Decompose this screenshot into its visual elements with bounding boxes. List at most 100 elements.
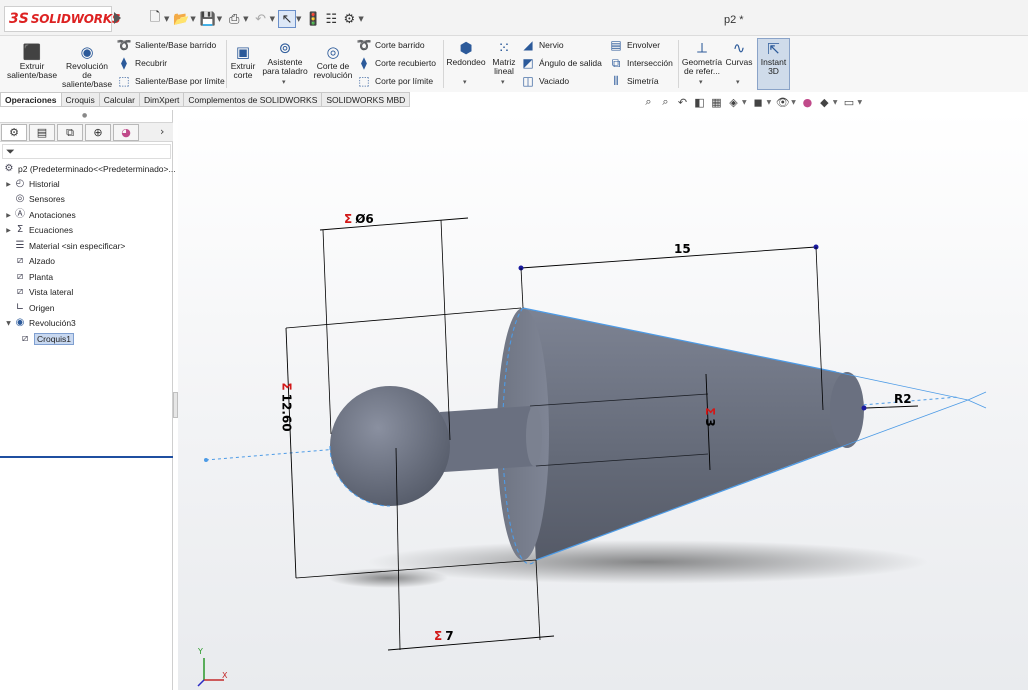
tree-item-vista-lateral[interactable]: ⧄ Vista lateral — [4, 285, 73, 299]
zoom-to-area-icon[interactable]: ⌕ — [657, 95, 674, 109]
tab-croquis[interactable]: Croquis — [61, 92, 100, 107]
shell-button[interactable]: ◫ Vaciado — [520, 73, 569, 89]
save-icon[interactable]: 💾 — [199, 10, 217, 28]
revolve-cut-button[interactable]: ◎ Corte de revolución — [312, 44, 354, 80]
tab-complementos[interactable]: Complementos de SOLIDWORKS — [184, 92, 323, 107]
instant3d-button[interactable]: ⇱ Instant 3D — [757, 38, 790, 90]
loft-button[interactable]: ⧫ Recubrir — [116, 55, 167, 71]
tree-item-sensores[interactable]: ◎ Sensores — [4, 192, 65, 206]
feature-tree-tab-icon[interactable]: ⚙ — [1, 124, 27, 141]
mirror-button[interactable]: ⫴ Simetría — [608, 73, 658, 89]
boundary-cut-button[interactable]: ⬚ Corte por límite — [356, 73, 433, 89]
chevron-right-icon[interactable]: › — [160, 125, 164, 138]
zoom-to-fit-icon[interactable]: ⌕ — [640, 95, 657, 109]
tab-operaciones[interactable]: Operaciones — [0, 92, 62, 107]
rebuild-traffic-light-icon[interactable]: 🚦 — [304, 10, 322, 28]
expand-arrow-icon[interactable]: ▶ — [4, 227, 13, 234]
tab-calcular[interactable]: Calcular — [99, 92, 140, 107]
chevron-down-icon[interactable]: ▼ — [858, 99, 863, 106]
tree-item-planta[interactable]: ⧄ Planta — [4, 270, 53, 284]
tree-item-croquis1[interactable]: ⧄ Croquis1 — [18, 332, 75, 346]
boundary-boss-button[interactable]: ⬚ Saliente/Base por límite — [116, 73, 224, 89]
chevron-down-icon[interactable]: ▼ — [833, 99, 838, 106]
chevron-down-icon[interactable]: ▾ — [736, 78, 740, 86]
linear-pattern-button[interactable]: ⁙ Matriz lineal — [489, 40, 519, 76]
hole-wizard-button[interactable]: ⊚ Asistente para taladro — [260, 40, 310, 76]
graphics-area[interactable]: Σ Ø6 15 Σ12.60 Σ3 R2 Σ7 Y X — [178, 110, 1028, 690]
options-gear-icon[interactable]: ⚙ — [340, 10, 358, 28]
wrap-button[interactable]: ▤ Envolver — [608, 37, 660, 53]
dim-15-label[interactable]: 15 — [674, 242, 691, 256]
draft-button[interactable]: ◩ Ángulo de salida — [520, 55, 602, 71]
chevron-down-icon[interactable]: ▾ — [699, 78, 703, 86]
lofted-cut-button[interactable]: ⧫ Corte recubierto — [356, 55, 436, 71]
panel-grip-icon[interactable]: ● — [82, 112, 87, 119]
chevron-down-icon[interactable]: ▼ — [164, 15, 169, 23]
dynamic-annotation-icon[interactable]: ▦ — [708, 96, 725, 109]
extrude-cut-button[interactable]: ▣ Extruir corte — [229, 44, 257, 80]
chevron-down-icon[interactable]: ▼ — [296, 15, 301, 23]
intersect-button[interactable]: ⧉ Intersección — [608, 55, 673, 71]
dim-diameter-label[interactable]: Σ Ø6 — [344, 212, 374, 226]
tree-item-anotaciones[interactable]: ▶ Ⓐ Anotaciones — [4, 208, 76, 222]
chevron-down-icon[interactable]: ▼ — [217, 15, 222, 23]
solidworks-logo[interactable]: 3S SOLIDWORKS — [4, 6, 121, 32]
dim-7-label[interactable]: Σ7 — [434, 629, 454, 643]
curves-button[interactable]: ∿ Curvas — [724, 40, 754, 67]
view-settings-icon[interactable]: ▭ — [841, 96, 858, 109]
tree-item-historial[interactable]: ▶ ◴ Historial — [4, 177, 60, 191]
menu-expand-icon[interactable] — [114, 12, 121, 24]
chevron-down-icon[interactable]: ▾ — [282, 78, 286, 86]
chevron-down-icon[interactable]: ▼ — [767, 99, 772, 106]
tree-filter[interactable]: ⏷ — [2, 144, 171, 159]
tree-item-revolucion3[interactable]: ▼ ◉ Revolución3 — [4, 316, 76, 330]
open-folder-icon[interactable]: 📂 — [172, 10, 190, 28]
apply-scene-icon[interactable]: ◆ — [816, 96, 833, 109]
tree-item-material[interactable]: ☰ Material <sin especificar> — [4, 239, 126, 253]
expand-arrow-icon[interactable]: ▶ — [4, 181, 13, 188]
section-view-icon[interactable]: ◧ — [691, 96, 708, 109]
chevron-down-icon[interactable]: ▼ — [742, 99, 747, 106]
tab-mbd[interactable]: SOLIDWORKS MBD — [322, 92, 411, 107]
tree-item-origen[interactable]: ∟ Origen — [4, 301, 55, 315]
material-icon: ☰ — [15, 240, 25, 251]
swept-cut-icon: ➰ — [356, 38, 372, 52]
new-document-icon[interactable]: 🗋 — [146, 10, 164, 28]
hide-show-items-icon[interactable]: 👁 — [774, 96, 791, 109]
tree-item-ecuaciones[interactable]: ▶ Σ Ecuaciones — [4, 223, 73, 237]
dim-3-label[interactable]: Σ3 — [703, 407, 717, 427]
previous-view-icon[interactable]: ↶ — [674, 96, 691, 109]
print-icon[interactable]: ⎙ — [225, 10, 243, 28]
rib-button[interactable]: ◢ Nervio — [520, 37, 563, 53]
extrude-boss-button[interactable]: ⬛ Extruir saliente/base — [6, 44, 58, 80]
fillet-button[interactable]: ⬢ Redondeo — [446, 40, 486, 67]
chevron-down-icon[interactable]: ▼ — [243, 15, 248, 23]
configuration-manager-tab-icon[interactable]: ⧉ — [57, 124, 83, 141]
chevron-down-icon[interactable]: ▼ — [190, 15, 195, 23]
edit-appearance-icon[interactable]: ● — [799, 96, 816, 109]
file-properties-icon[interactable]: ☷ — [322, 10, 340, 28]
chevron-down-icon[interactable]: ▼ — [791, 99, 796, 106]
dim-radius-label[interactable]: R2 — [894, 392, 912, 406]
dimxpert-manager-tab-icon[interactable]: ⊕ — [85, 124, 111, 141]
chevron-down-icon[interactable]: ▼ — [358, 15, 363, 23]
collapse-arrow-icon[interactable]: ▼ — [4, 320, 13, 327]
revolve-boss-button[interactable]: ◉ Revolución de saliente/base — [62, 44, 112, 89]
tree-root[interactable]: ⚙ p2 (Predeterminado<<Predeterminado>... — [2, 162, 176, 176]
swept-cut-button[interactable]: ➰ Corte barrido — [356, 37, 425, 53]
chevron-down-icon[interactable]: ▼ — [270, 15, 275, 23]
select-cursor-icon[interactable]: ↖ — [277, 10, 296, 28]
chevron-down-icon[interactable]: ▾ — [501, 78, 505, 86]
reference-geometry-button[interactable]: ⟂ Geometría de refer... — [681, 40, 723, 76]
undo-icon[interactable]: ↶ — [252, 10, 270, 28]
chevron-down-icon[interactable]: ▾ — [463, 78, 467, 86]
property-manager-tab-icon[interactable]: ▤ — [29, 124, 55, 141]
display-style-icon[interactable]: ◼ — [750, 96, 767, 109]
swept-boss-button[interactable]: ➰ Saliente/Base barrido — [116, 37, 217, 53]
tab-dimxpert[interactable]: DimXpert — [139, 92, 185, 107]
display-manager-tab-icon[interactable]: ◕ — [113, 124, 139, 141]
view-orientation-icon[interactable]: ◈ — [725, 96, 742, 109]
expand-arrow-icon[interactable]: ▶ — [4, 212, 13, 219]
dim-height-label[interactable]: Σ12.60 — [280, 382, 294, 431]
tree-item-alzado[interactable]: ⧄ Alzado — [4, 254, 55, 268]
